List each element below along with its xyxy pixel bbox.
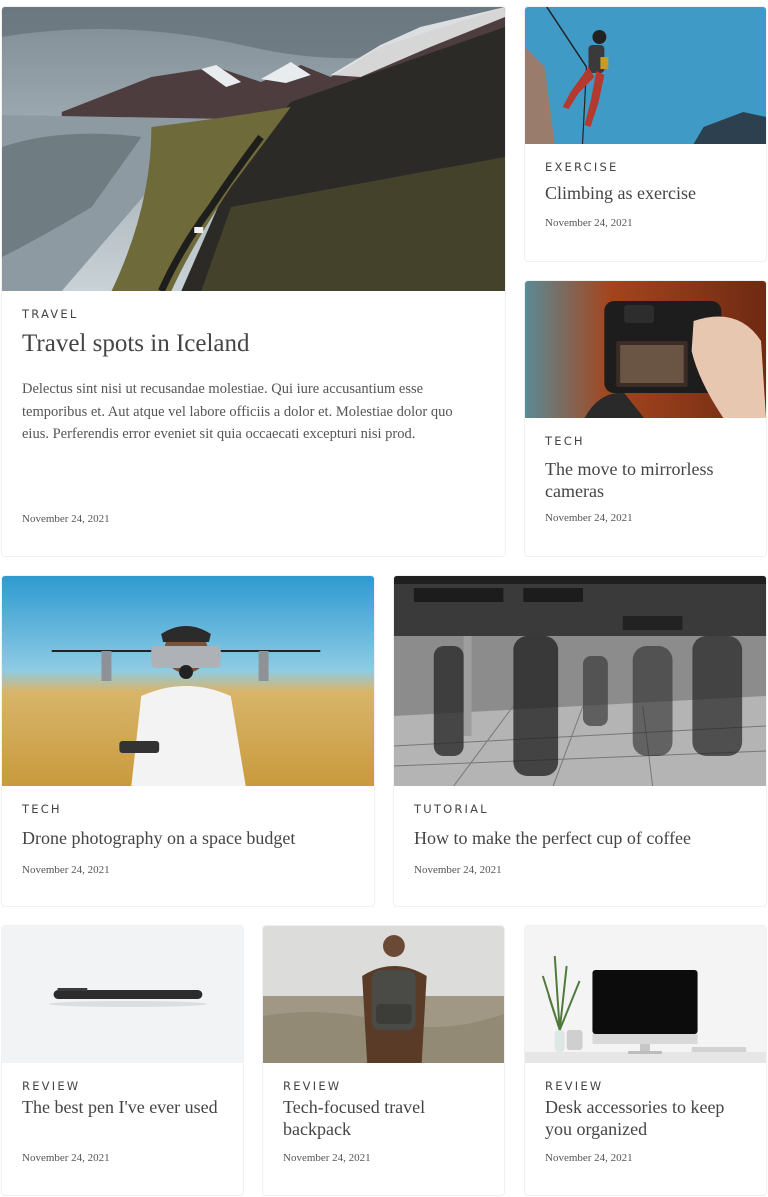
post-card-mirrorless[interactable]: TECH The move to mirrorless cameras Nove…	[524, 280, 767, 557]
post-card-iceland[interactable]: TRAVEL Travel spots in Iceland Delectus …	[1, 6, 506, 557]
post-card-desk[interactable]: REVIEW Desk accessories to keep you orga…	[524, 925, 767, 1196]
post-title[interactable]: Drone photography on a space budget	[22, 828, 360, 850]
post-date: November 24, 2021	[545, 512, 633, 524]
post-excerpt: Delectus sint nisi ut recusandae molesti…	[22, 381, 453, 442]
post-card-backpack[interactable]: REVIEW Tech-focused travel backpack Nove…	[262, 925, 505, 1196]
post-title[interactable]: The move to mirrorless cameras	[545, 459, 752, 502]
train-station-crowd-photo[interactable]	[394, 576, 766, 786]
post-title[interactable]: How to make the perfect cup of coffee	[414, 828, 752, 850]
post-category[interactable]: EXERCISE	[545, 160, 618, 174]
post-card-pen[interactable]: REVIEW The best pen I've ever used Novem…	[1, 925, 244, 1196]
post-date: November 24, 2021	[414, 864, 502, 876]
post-date: November 24, 2021	[22, 513, 110, 525]
mirrorless-camera-photo[interactable]	[525, 281, 766, 418]
post-card-coffee[interactable]: TUTORIAL How to make the perfect cup of …	[393, 575, 767, 907]
post-category[interactable]: TECH	[545, 434, 585, 448]
desk-monitor-photo[interactable]	[525, 926, 766, 1063]
post-title[interactable]: Tech-focused travel backpack	[283, 1097, 490, 1140]
post-category[interactable]: TECH	[22, 802, 62, 816]
post-category[interactable]: TRAVEL	[22, 307, 78, 321]
post-title[interactable]: Climbing as exercise	[545, 183, 752, 205]
post-date: November 24, 2021	[22, 864, 110, 876]
black-pen-photo[interactable]	[2, 926, 243, 1063]
post-date: November 24, 2021	[545, 1152, 633, 1164]
drone-photo[interactable]	[2, 576, 374, 786]
post-title[interactable]: The best pen I've ever used	[22, 1097, 229, 1119]
post-category[interactable]: REVIEW	[545, 1079, 603, 1093]
backpack-hiker-photo[interactable]	[263, 926, 504, 1063]
post-card-climbing[interactable]: EXERCISE Climbing as exercise November 2…	[524, 6, 767, 262]
post-title[interactable]: Travel spots in Iceland	[22, 329, 491, 359]
post-card-drone[interactable]: TECH Drone photography on a space budget…	[1, 575, 375, 907]
post-category[interactable]: REVIEW	[22, 1079, 80, 1093]
post-category[interactable]: TUTORIAL	[414, 802, 489, 816]
post-category[interactable]: REVIEW	[283, 1079, 341, 1093]
iceland-mountain-road-photo[interactable]	[2, 7, 505, 291]
rock-climber-photo[interactable]	[525, 7, 766, 144]
post-date: November 24, 2021	[22, 1152, 110, 1164]
post-title[interactable]: Desk accessories to keep you organized	[545, 1097, 752, 1140]
post-date: November 24, 2021	[545, 217, 633, 229]
post-date: November 24, 2021	[283, 1152, 371, 1164]
